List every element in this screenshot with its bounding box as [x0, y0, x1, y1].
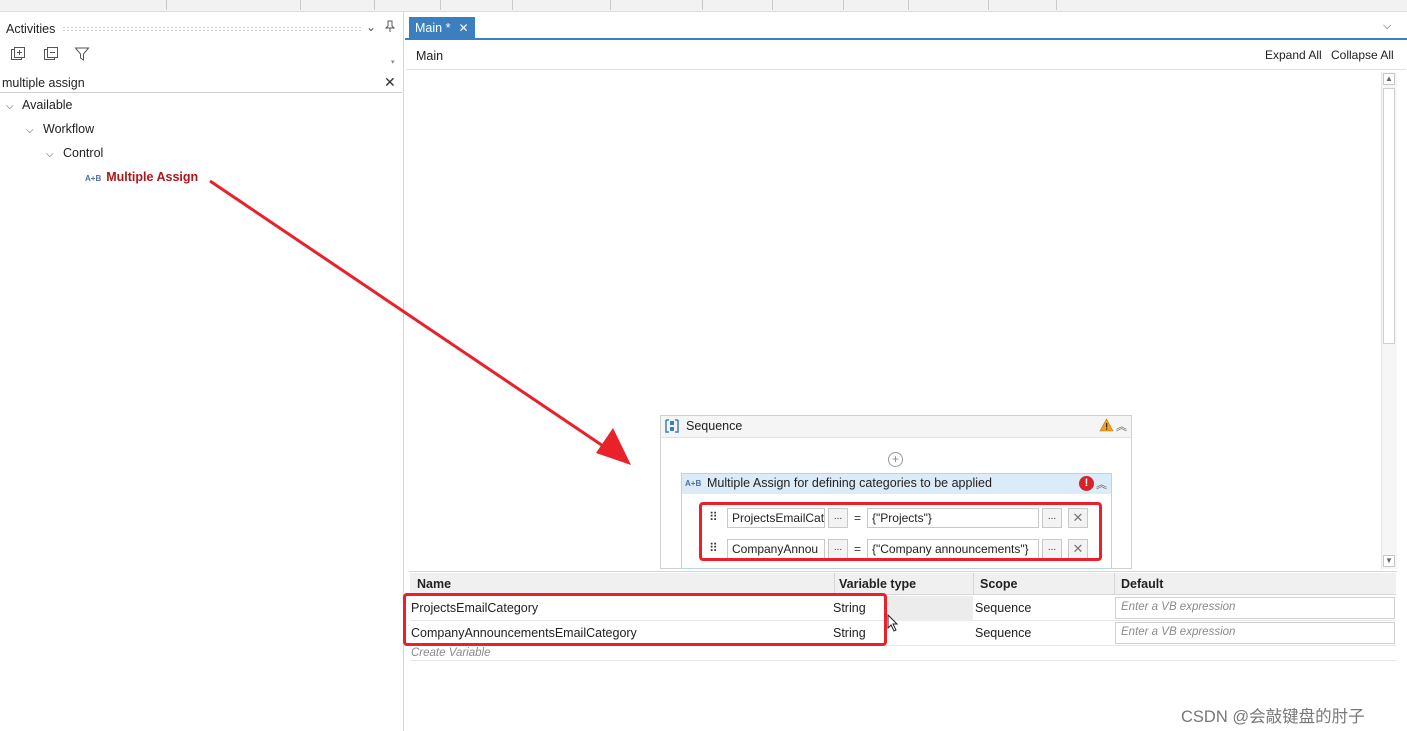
annotation-arrow [209, 179, 631, 465]
watermark: CSDN @会敲键盘的肘子 [1181, 708, 1365, 726]
